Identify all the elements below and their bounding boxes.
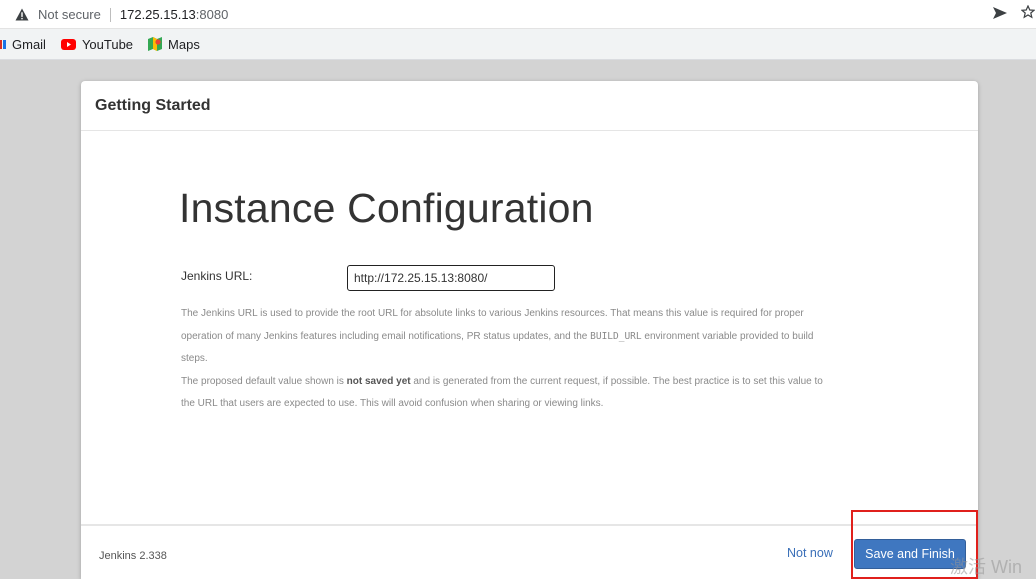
jenkins-url-input[interactable] bbox=[347, 265, 555, 291]
omnibox[interactable]: Not secure 172.25.15.13:8080 bbox=[14, 5, 228, 24]
help-line: steps. bbox=[181, 353, 208, 365]
not-secure-label[interactable]: Not secure bbox=[38, 7, 101, 22]
warning-icon[interactable] bbox=[14, 7, 30, 23]
send-icon[interactable] bbox=[992, 6, 1008, 23]
not-saved-emphasis: not saved yet bbox=[346, 375, 411, 387]
not-now-link[interactable]: Not now bbox=[787, 546, 833, 560]
build-url-code: BUILD_URL bbox=[590, 330, 642, 342]
address-separator bbox=[109, 7, 111, 22]
bookmarks-bar: Gmail YouTube Maps bbox=[0, 29, 1036, 60]
bookmark-label: YouTube bbox=[81, 36, 134, 52]
url-port[interactable]: :8080 bbox=[196, 7, 229, 22]
url-host[interactable]: 172.25.15.13 bbox=[120, 7, 196, 22]
bookmark-gmail[interactable]: Gmail bbox=[0, 37, 46, 52]
help-line: operation of many Jenkins features inclu… bbox=[181, 330, 814, 342]
help-line: the URL that users are expected to use. … bbox=[181, 398, 604, 410]
gmail-icon bbox=[0, 39, 6, 50]
jenkins-version: Jenkins 2.338 bbox=[99, 550, 167, 562]
maps-icon bbox=[148, 37, 163, 51]
dialog-footer: Jenkins 2.338 Not now Save and Finish bbox=[81, 524, 978, 579]
help-text: The Jenkins URL is used to provide the r… bbox=[181, 303, 881, 416]
address-bar: Not secure 172.25.15.13:8080 bbox=[0, 0, 1036, 29]
youtube-icon bbox=[60, 38, 76, 50]
bookmark-maps[interactable]: Maps bbox=[148, 37, 200, 52]
jenkins-url-label: Jenkins URL: bbox=[181, 269, 253, 283]
bookmark-label: Gmail bbox=[12, 36, 46, 52]
star-icon[interactable] bbox=[1020, 4, 1036, 23]
page-title: Instance Configuration bbox=[179, 185, 594, 231]
help-line: The proposed default value shown is not … bbox=[181, 375, 823, 387]
address-actions bbox=[992, 4, 1036, 24]
dialog-header: Getting Started bbox=[81, 81, 978, 131]
help-line: The Jenkins URL is used to provide the r… bbox=[181, 308, 804, 319]
bookmark-youtube[interactable]: YouTube bbox=[60, 36, 134, 52]
page-content: Getting Started Instance Configuration J… bbox=[0, 60, 1036, 579]
bookmark-label: Maps bbox=[168, 36, 200, 52]
activation-watermark: 激活 Win bbox=[950, 557, 1022, 577]
setup-dialog: Getting Started Instance Configuration J… bbox=[81, 81, 978, 579]
